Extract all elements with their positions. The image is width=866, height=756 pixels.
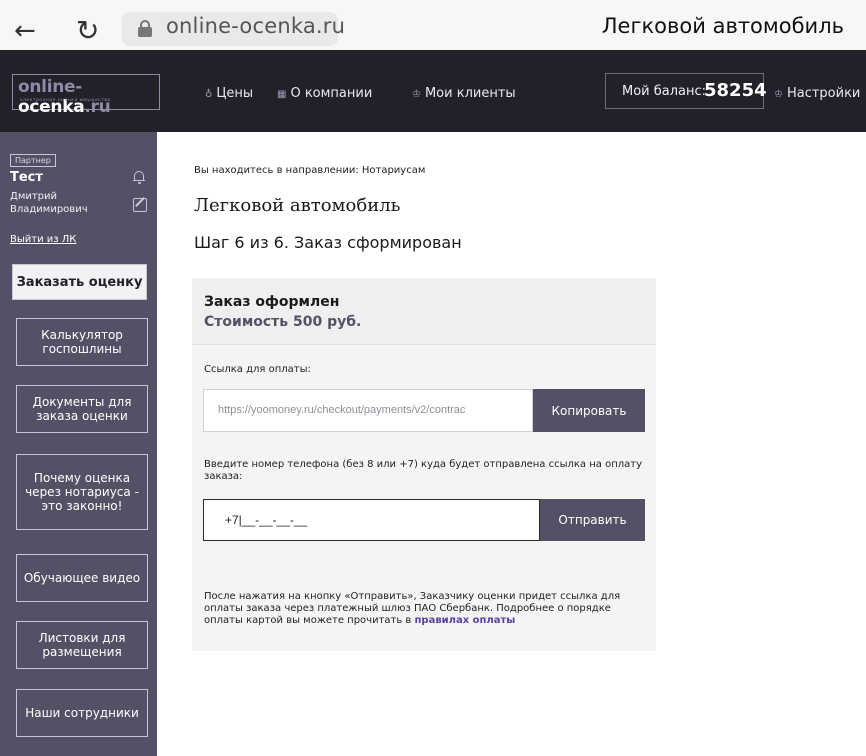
nav-prices-label: Цены: [216, 86, 254, 101]
url-text[interactable]: online-ocenka.ru: [166, 14, 345, 38]
phone-input[interactable]: +7|__-__-__-__: [203, 499, 540, 541]
balance-box: Мой баланс: 58254: [605, 73, 767, 109]
sidebar-item-legal[interactable]: Почему оценка через нотариуса - это зако…: [16, 454, 148, 530]
back-arrow-icon[interactable]: ←: [14, 14, 36, 48]
page-title: Легковой автомобиль: [194, 195, 401, 216]
balance-label: Мой баланс:: [622, 84, 707, 99]
site-header: online-ocenka.ru электронная оценка имущ…: [0, 50, 866, 132]
balance-value: 58254: [704, 80, 767, 101]
nav-settings[interactable]: ♔ Настройки: [774, 86, 860, 101]
user-fullname: Дмитрий Владимирович: [10, 191, 88, 215]
payment-rules-link[interactable]: правилах оплаты: [415, 615, 516, 626]
browser-page-title: Легковой автомобиль: [601, 14, 844, 38]
nav-prices[interactable]: ♁ Цены: [205, 86, 253, 101]
payment-link-field[interactable]: https://yoomoney.ru/checkout/payments/v2…: [203, 389, 533, 432]
settings-icon: ♔: [774, 89, 783, 100]
payment-note-text: После нажатия на кнопку «Отправить», Зак…: [204, 591, 621, 626]
user-name: Тест: [10, 170, 43, 185]
order-evaluation-button[interactable]: Заказать оценку: [12, 264, 147, 300]
step-indicator: Шаг 6 из 6. Заказ сформирован: [194, 233, 462, 252]
nav-settings-label: Настройки: [786, 86, 861, 101]
bell-icon[interactable]: [133, 170, 145, 184]
order-card-header: Заказ оформлен Стоимость 500 руб.: [192, 278, 656, 345]
sidebar-item-video[interactable]: Обучающее видео: [16, 554, 148, 602]
nav-clients[interactable]: ♔ Мои клиенты: [412, 86, 516, 101]
lock-icon: [138, 20, 152, 37]
nav-about-label: О компании: [290, 86, 373, 101]
payment-note: После нажатия на кнопку «Отправить», Зак…: [204, 591, 652, 627]
sidebar-item-documents[interactable]: Документы для заказа оценки: [16, 385, 148, 433]
phone-label: Введите номер телефона (без 8 или +7) ку…: [204, 459, 643, 482]
reload-icon[interactable]: ↻: [76, 14, 99, 48]
logo-tagline: электронная оценка имущества: [20, 98, 111, 103]
breadcrumb: Вы находитесь в направлении: Нотариусам: [194, 165, 426, 176]
order-status-title: Заказ оформлен: [204, 294, 340, 310]
nav-about[interactable]: ▦ О компании: [277, 86, 372, 101]
users-icon: ♔: [412, 89, 421, 100]
edit-icon[interactable]: [133, 198, 147, 212]
logout-link[interactable]: Выйти из ЛК: [10, 234, 76, 245]
nav-clients-label: Мои клиенты: [424, 86, 516, 101]
partner-badge: Партнер: [10, 154, 56, 167]
building-icon: ▦: [277, 89, 287, 100]
copy-button[interactable]: Копировать: [533, 389, 645, 432]
payment-link-label: Ссылка для оплаты:: [204, 364, 311, 375]
sidebar: Партнер Тест Дмитрий Владимирович Выйти …: [0, 132, 157, 756]
site-logo[interactable]: online-ocenka.ru электронная оценка имущ…: [12, 74, 160, 117]
order-cost: Стоимость 500 руб.: [204, 314, 362, 330]
prices-icon: ♁: [205, 89, 213, 100]
logo-wordmark: online-ocenka.ru: [18, 77, 111, 117]
sidebar-item-calculator[interactable]: Калькулятор госпошлины: [16, 318, 148, 366]
sidebar-item-flyers[interactable]: Листовки для размещения: [16, 621, 148, 669]
send-button[interactable]: Отправить: [540, 499, 645, 541]
sidebar-item-staff[interactable]: Наши сотрудники: [16, 689, 148, 737]
order-card: Заказ оформлен Стоимость 500 руб. Ссылка…: [192, 278, 656, 651]
